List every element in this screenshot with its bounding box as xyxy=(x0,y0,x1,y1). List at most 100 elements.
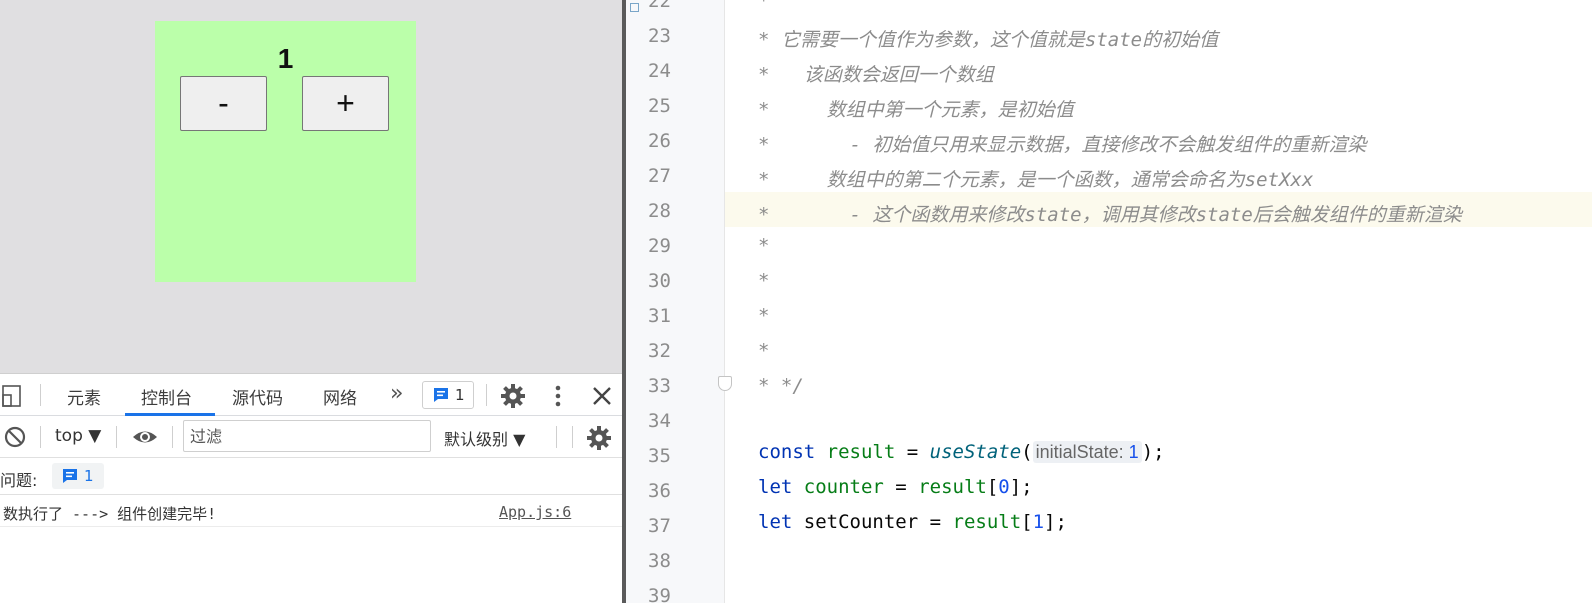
browser-pane: 1 - + 元素 控制台 源代码 网络 » 1 top ▼ 过滤 默认级别 ▼ … xyxy=(0,0,626,603)
divider xyxy=(172,426,173,448)
comment-line: * */ xyxy=(758,375,804,397)
line-number: 37 xyxy=(648,515,671,537)
filter-input[interactable] xyxy=(183,420,431,452)
comment-line: * xyxy=(758,305,770,327)
line-number: 38 xyxy=(648,550,671,572)
issues-bar: 问题: 1 xyxy=(0,458,626,495)
counter-box: 1 - + xyxy=(155,21,416,282)
identifier: counter xyxy=(803,476,884,498)
operator: = xyxy=(883,476,919,498)
keyword: const xyxy=(758,441,816,463)
context-dropdown[interactable]: top ▼ xyxy=(55,426,101,446)
divider xyxy=(40,384,41,406)
operator: = xyxy=(895,441,930,463)
console-toolbar: top ▼ 默认级别 ▼ xyxy=(0,416,626,458)
keyword: let xyxy=(758,476,793,498)
message-icon xyxy=(63,469,77,483)
line-number: 34 xyxy=(648,410,671,432)
clear-console-icon[interactable] xyxy=(3,425,27,449)
issues-count-button[interactable]: 1 xyxy=(52,463,104,489)
fold-marker-icon[interactable] xyxy=(630,3,639,12)
number-literal: 0 xyxy=(998,476,1010,498)
parameter-hint: initialState: 1 xyxy=(1032,441,1142,463)
punctuation: ); xyxy=(1141,441,1165,463)
more-tabs-button[interactable]: » xyxy=(390,381,403,406)
fold-end-marker-icon[interactable] xyxy=(718,376,732,391)
keyword: let xyxy=(758,511,793,533)
line-number: 24 xyxy=(648,60,671,82)
tab-sources[interactable]: 源代码 xyxy=(232,384,283,409)
eye-icon[interactable] xyxy=(132,425,158,449)
function-name: useState xyxy=(929,441,1022,463)
log-level-dropdown[interactable]: 默认级别 ▼ xyxy=(444,426,525,450)
line-number: 30 xyxy=(648,270,671,292)
code-editor[interactable]: 22 23 24 25 26 27 28 29 30 31 32 33 34 35 36 37 38 39 * * … xyxy=(626,0,1592,603)
line-number: 22 xyxy=(648,0,671,12)
line-number: 28 xyxy=(648,200,671,222)
log-message: 数执行了 ---> 组件创建完毕! xyxy=(3,505,217,523)
code-line-35: const result = useState(initialState: 1)… xyxy=(758,441,1165,463)
page-viewport: 1 - + xyxy=(0,0,626,373)
comment-line: * xyxy=(758,235,770,257)
context-value: top xyxy=(55,426,83,446)
code-line-36: let counter = result[0]; xyxy=(758,476,1033,498)
tab-console[interactable]: 控制台 xyxy=(141,384,192,409)
identifier: result xyxy=(952,511,1022,533)
hint-value: 1 xyxy=(1128,442,1139,462)
decrement-button[interactable]: - xyxy=(180,76,267,131)
chevron-down-icon: ▼ xyxy=(513,430,526,449)
identifier: result xyxy=(918,476,987,498)
number-literal: 1 xyxy=(1032,511,1045,533)
divider xyxy=(486,384,487,406)
counter-value: 1 xyxy=(277,43,294,74)
log-source-link[interactable]: App.js:6 xyxy=(499,503,571,521)
issues-label: 问题: xyxy=(0,471,38,490)
more-options-icon[interactable] xyxy=(548,383,568,409)
punctuation: ]; xyxy=(1009,476,1033,498)
comment-line: * - 初始值只用来显示数据，直接修改不会触发组件的重新渲染 xyxy=(758,134,1367,156)
comment-line: * 数组中的第二个元素，是一个函数，通常会命名为setXxx xyxy=(758,169,1314,191)
divider xyxy=(572,426,573,448)
punctuation: ( xyxy=(1021,441,1033,463)
punctuation: ]; xyxy=(1044,511,1067,533)
operator: = xyxy=(918,511,953,533)
punctuation: [ xyxy=(1021,511,1033,533)
identifier: result xyxy=(826,441,896,463)
line-number: 23 xyxy=(648,25,671,47)
line-number: 32 xyxy=(648,340,671,362)
issues-count: 1 xyxy=(84,467,94,485)
hint-label: initialState: xyxy=(1035,442,1124,462)
device-toolbar-icon[interactable] xyxy=(2,385,22,407)
line-number: 26 xyxy=(648,130,671,152)
divider xyxy=(40,426,41,448)
line-number: 31 xyxy=(648,305,671,327)
gear-icon[interactable] xyxy=(500,383,526,409)
devtools-tabbar: 元素 控制台 源代码 网络 » 1 xyxy=(0,374,626,416)
tab-network[interactable]: 网络 xyxy=(323,384,357,409)
increment-button[interactable]: + xyxy=(302,76,389,131)
issues-badge-button[interactable]: 1 xyxy=(422,381,474,409)
comment-line: * xyxy=(758,0,770,12)
gear-icon[interactable] xyxy=(586,425,612,451)
line-number: 25 xyxy=(648,95,671,117)
log-level-value: 默认级别 xyxy=(444,430,509,449)
comment-line: * 数组中第一个元素，是初始值 xyxy=(758,99,1074,121)
close-icon[interactable] xyxy=(590,383,614,409)
comment-line: * xyxy=(758,270,770,292)
tab-elements[interactable]: 元素 xyxy=(67,384,101,409)
line-number-gutter xyxy=(626,0,725,603)
identifier: setCounter xyxy=(803,511,919,533)
punctuation: [ xyxy=(986,476,999,498)
comment-line: * - 这个函数用来修改state，调用其修改state后会触发组件的重新渲染 xyxy=(758,204,1462,226)
devtools-panel: 元素 控制台 源代码 网络 » 1 top ▼ 过滤 默认级别 ▼ 问题: 1 … xyxy=(0,373,626,603)
divider xyxy=(556,426,557,448)
divider xyxy=(116,426,117,448)
chevron-down-icon: ▼ xyxy=(88,426,102,446)
comment-line: * 它需要一个值作为参数，这个值就是state的初始值 xyxy=(758,29,1219,51)
line-number: 27 xyxy=(648,165,671,187)
issues-badge-count: 1 xyxy=(455,386,465,404)
message-icon xyxy=(434,388,448,402)
line-number: 36 xyxy=(648,480,671,502)
line-number: 33 xyxy=(648,375,671,397)
line-number: 29 xyxy=(648,235,671,257)
